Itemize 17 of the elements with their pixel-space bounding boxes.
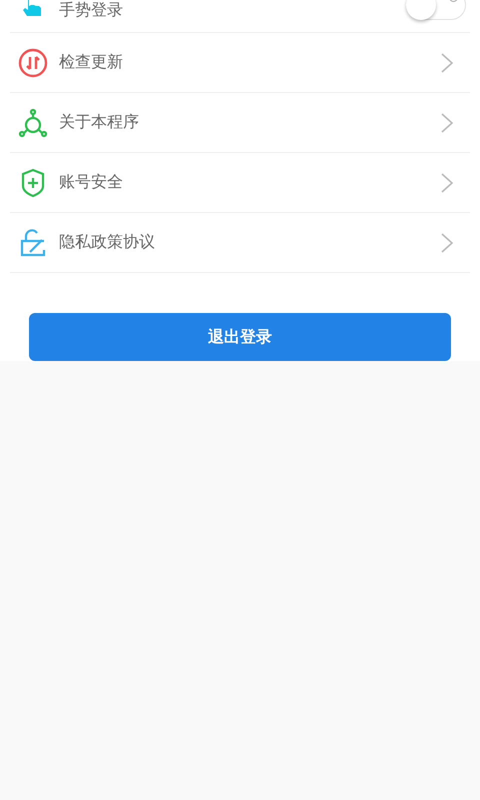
nodes-icon [18, 108, 48, 138]
chevron-icon [440, 232, 454, 254]
chevron-icon [440, 172, 454, 194]
item-label: 隐私政策协议 [59, 232, 156, 253]
item-label: 检查更新 [59, 52, 124, 73]
logout-button[interactable]: 退出登录 [29, 313, 451, 361]
item-label: 账号安全 [59, 172, 124, 193]
edit-lock-icon [18, 228, 48, 258]
chevron-icon [440, 112, 454, 134]
settings-item[interactable]: 手势登录 [10, 0, 470, 33]
settings-item[interactable]: 账号安全 [10, 153, 470, 213]
update-icon [18, 48, 48, 78]
settings-item[interactable]: 关于本程序 [10, 93, 470, 153]
chevron-icon [440, 52, 454, 74]
item-label: 手势登录 [59, 1, 124, 19]
settings-item[interactable]: 检查更新 [10, 33, 470, 93]
item-label: 关于本程序 [59, 112, 140, 133]
